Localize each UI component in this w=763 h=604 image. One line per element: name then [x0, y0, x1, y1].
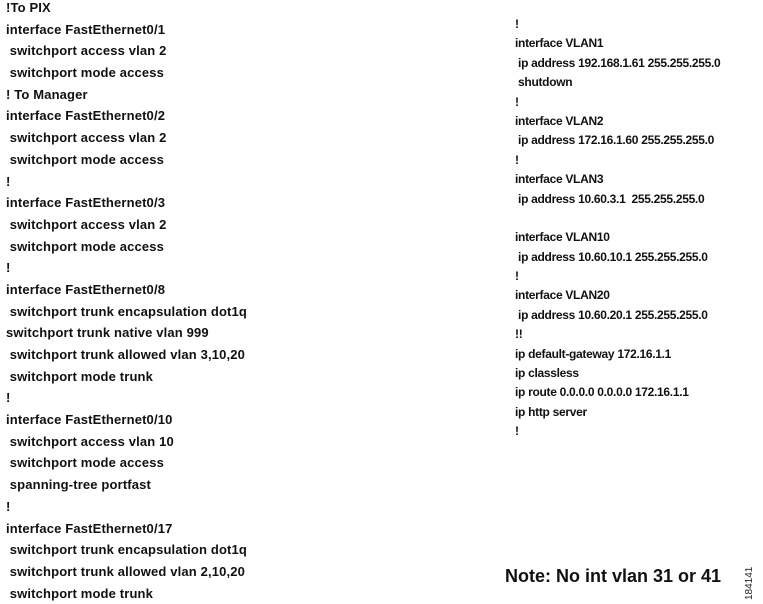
config-line: spanning-tree portfast: [6, 477, 152, 493]
config-line: switchport access vlan 2: [6, 43, 167, 59]
config-line: interface FastEthernet0/8: [6, 281, 166, 297]
config-line: switchport trunk encapsulation dot1q: [6, 542, 248, 558]
config-line: !: [515, 17, 519, 31]
config-line: !: [6, 260, 11, 276]
config-line: interface VLAN20: [515, 288, 610, 303]
config-line: interface VLAN10: [515, 230, 610, 245]
config-line: !: [6, 498, 11, 514]
config-line: switchport mode trunk: [6, 368, 154, 384]
config-line: ip classless: [515, 366, 579, 381]
config-line: shutdown: [515, 75, 573, 90]
config-line: switchport mode access: [6, 238, 165, 254]
config-line: ip default-gateway 172.16.1.1: [515, 346, 672, 361]
config-line: !: [515, 152, 519, 167]
config-line: interface FastEthernet0/3: [6, 195, 166, 211]
config-line: ip address 10.60.3.1 255.255.255.0: [515, 191, 705, 206]
config-line: interface FastEthernet0/10: [6, 412, 173, 428]
config-line: ip route 0.0.0.0 0.0.0.0 172.16.1.1: [515, 385, 689, 400]
config-line: ! To Manager: [6, 86, 88, 102]
config-line: switchport access vlan 10: [6, 433, 174, 449]
config-line: interface FastEthernet0/2: [6, 108, 166, 124]
config-line: ip address 172.16.1.60 255.255.255.0: [515, 133, 715, 148]
config-line: switchport trunk allowed vlan 2,10,20: [6, 563, 246, 579]
note-text: Note: No int vlan 31 or 41: [505, 566, 722, 586]
config-line: interface VLAN3: [515, 172, 604, 187]
config-line: switchport mode access: [6, 455, 165, 471]
config-line: interface FastEthernet0/1: [6, 21, 166, 37]
figure-id: 184141: [744, 566, 755, 600]
config-line: !: [515, 94, 519, 109]
config-line: ip http server: [515, 404, 587, 419]
config-line: !: [515, 424, 519, 439]
config-line: !To PIX: [6, 0, 51, 15]
config-line: switchport access vlan 2: [6, 216, 167, 232]
config-line: !: [515, 269, 519, 284]
config-line: switchport trunk encapsulation dot1q: [6, 303, 248, 319]
config-line: ip address 192.168.1.61 255.255.255.0: [515, 55, 721, 70]
config-line: switchport mode trunk: [6, 585, 154, 601]
config-line: switchport trunk native vlan 999: [6, 325, 209, 341]
config-line: switchport mode access: [6, 151, 165, 167]
config-line: [515, 209, 720, 228]
config-line: switchport trunk allowed vlan 3,10,20: [6, 347, 246, 362]
config-line: interface VLAN1: [515, 36, 604, 51]
config-line: ip address 10.60.10.1 255.255.255.0: [515, 249, 708, 264]
config-line: ip address 10.60.20.1 255.255.255.0: [515, 307, 708, 322]
config-line: switchport access vlan 2: [6, 130, 167, 146]
switch-port-config: !To PIX interface FastEthernet0/1 switchp…: [6, 0, 247, 604]
config-line: interface VLAN2: [515, 113, 604, 128]
config-line: !: [6, 173, 11, 189]
config-line: switchport mode access: [6, 65, 165, 81]
config-line: interface FastEthernet0/17: [6, 520, 173, 536]
config-line: !: [6, 390, 11, 406]
config-line: !!: [515, 327, 523, 342]
vlan-interface-config: ! interface VLAN1 ip address 192.168.1.61…: [515, 15, 721, 442]
